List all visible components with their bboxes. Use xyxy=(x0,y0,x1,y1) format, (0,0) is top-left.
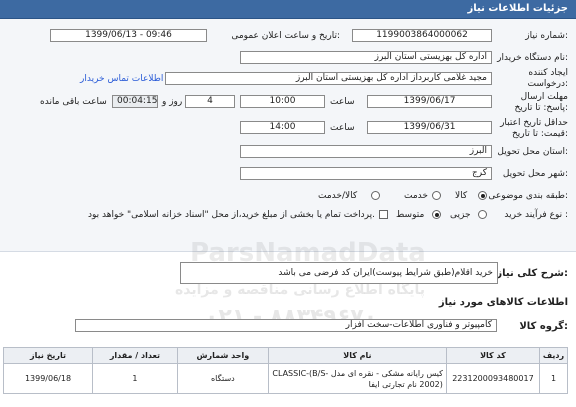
category-service-label: خدمت xyxy=(404,191,428,201)
treasury-checkbox[interactable] xyxy=(379,210,388,219)
col-quantity: تعداد / مقدار xyxy=(91,347,178,364)
watermark-text: پایگاه اطلاع رسانی مناقصه و مزایده xyxy=(175,282,426,298)
price-validity-date-field: 1399/06/31 xyxy=(367,121,492,134)
announce-datetime-label: تاریخ و ساعت اعلان عمومی: xyxy=(231,31,340,41)
announce-datetime-field: 1399/06/13 - 09:46 xyxy=(50,29,207,42)
cell-need-date: 1399/06/18 xyxy=(3,363,93,394)
price-validity-time-label: ساعت xyxy=(330,123,355,133)
col-unit: واحد شمارش xyxy=(176,347,269,364)
category-label: طبقه بندی موضوعی: xyxy=(488,191,568,201)
reply-time-field: 10:00 xyxy=(240,95,325,108)
process-minor-label: جزیی xyxy=(450,210,471,220)
goods-group-label: گروه کالا: xyxy=(519,321,568,332)
process-medium-radio[interactable] xyxy=(432,210,441,219)
description-field: خرید اقلام(طبق شرایط پیوست)ایران کد فرضی… xyxy=(180,262,498,284)
page-title: جزئیات اطلاعات نیاز xyxy=(467,3,568,14)
requester-label: ایجاد کننده درخواست: xyxy=(527,68,569,89)
purchase-process-label: نوع فرآیند خرید : xyxy=(504,210,568,220)
city-field: کرج xyxy=(240,167,492,180)
reply-days-field: 4 xyxy=(185,95,235,108)
price-validity-label: حداقل تاریخ اعتبار قیمت: تا تاریخ: xyxy=(500,118,568,139)
price-validity-time-field: 14:00 xyxy=(240,121,325,134)
need-number-label: شماره نیاز: xyxy=(525,31,568,41)
col-need-date: تاریخ نیاز xyxy=(3,347,93,364)
buyer-contact-link[interactable]: اطلاعات تماس خریدار xyxy=(80,74,163,84)
reply-time-label: ساعت xyxy=(330,97,355,107)
page-header: جزئیات اطلاعات نیاز xyxy=(0,0,576,19)
goods-table: تاریخ نیاز تعداد / مقدار واحد شمارش نام … xyxy=(3,347,568,394)
requester-field: مجید غلامی کاربرداز اداره کل بهزیستی است… xyxy=(165,72,492,85)
cell-goods-code: 2231200093480017 xyxy=(445,363,541,394)
buyer-org-label: نام دستگاه خریدار: xyxy=(497,53,568,63)
cell-goods-name: کیس رایانه مشکی - نقره ای مدل CLASSIC-(B… xyxy=(267,363,447,394)
col-goods-code: کد کالا xyxy=(445,347,541,364)
category-goods-service-radio[interactable] xyxy=(371,191,380,200)
col-goods-name: نام کالا xyxy=(267,347,447,364)
cell-unit: دستگاه xyxy=(176,363,269,394)
province-label: استان محل تحویل: xyxy=(497,147,568,157)
cell-row-number: 1 xyxy=(539,363,568,394)
goods-section-title: اطلاعات کالاهای مورد نیاز xyxy=(438,297,568,308)
reply-deadline-label: مهلت ارسال پاسخ: تا تاریخ: xyxy=(514,92,568,113)
cell-quantity: 1 xyxy=(91,363,178,394)
city-label: شهر محل تحویل: xyxy=(502,169,568,179)
reply-date-field: 1399/06/17 xyxy=(367,95,492,108)
description-label: شرح کلی نیاز: xyxy=(496,268,568,279)
buyer-org-field: اداره کل بهزیستی استان البرز xyxy=(240,51,492,64)
need-number-field: 1199003864000062 xyxy=(352,29,492,42)
process-medium-label: متوسط xyxy=(396,210,425,220)
table-row[interactable]: 1399/06/18 1 دستگاه کیس رایانه مشکی - نق… xyxy=(3,363,568,394)
treasury-note: پرداخت تمام یا بخشی از مبلغ خرید،از محل … xyxy=(87,210,375,220)
col-row-number: ردیف xyxy=(539,347,568,364)
category-goods-radio[interactable] xyxy=(478,191,487,200)
remaining-time-label: ساعت باقی مانده xyxy=(40,97,107,107)
process-minor-radio[interactable] xyxy=(478,210,487,219)
category-service-radio[interactable] xyxy=(432,191,441,200)
goods-group-field: کامپیوتر و فناوری اطلاعات-سخت افزار xyxy=(75,319,497,332)
province-field: البرز xyxy=(240,145,492,158)
reply-days-label: روز و xyxy=(162,97,183,107)
category-goods-service-label: کالا/خدمت xyxy=(318,191,358,201)
category-goods-label: کالا xyxy=(455,191,468,201)
remaining-time-field: 00:04:15 xyxy=(112,95,158,108)
table-header-row: تاریخ نیاز تعداد / مقدار واحد شمارش نام … xyxy=(3,347,568,364)
